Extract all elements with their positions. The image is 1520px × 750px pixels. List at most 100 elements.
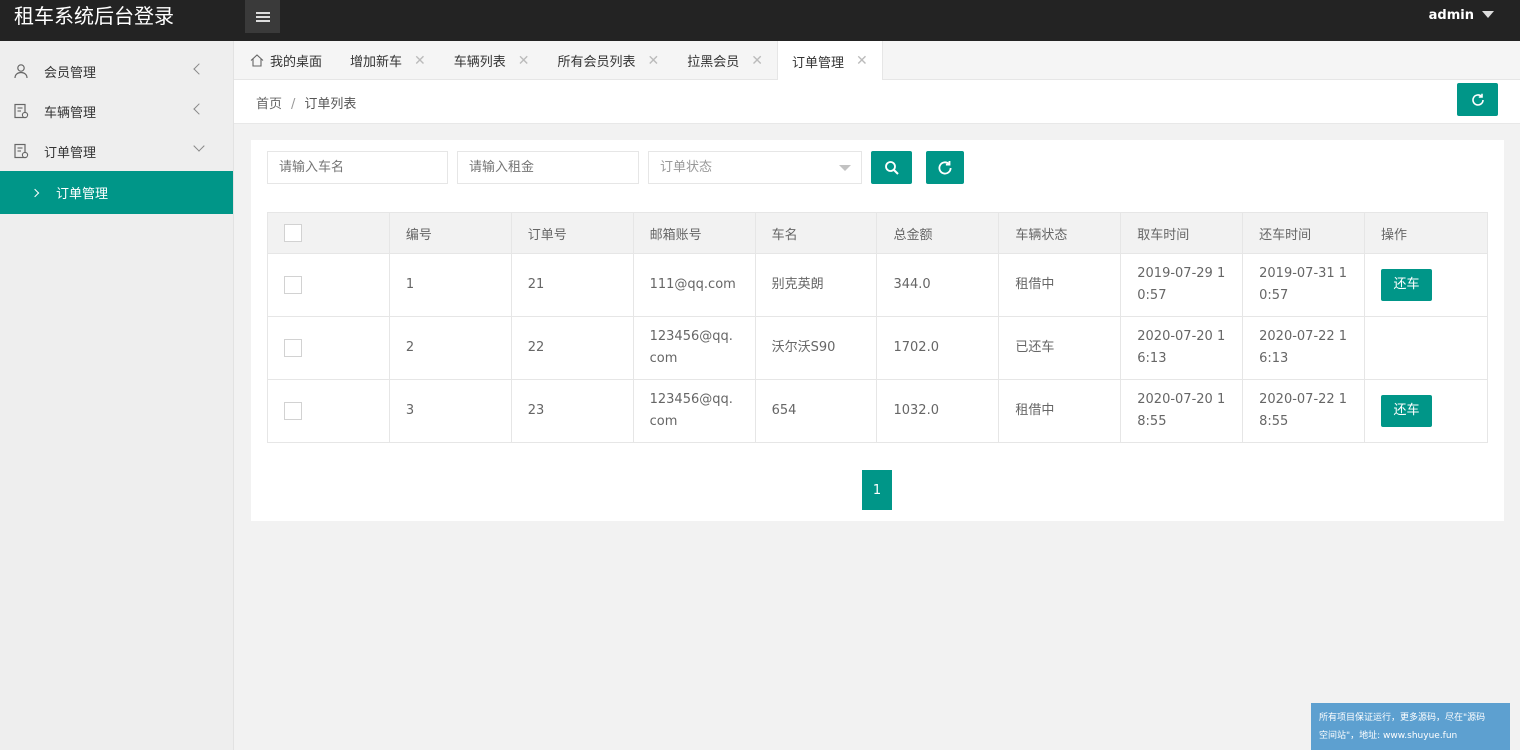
watermark-line: 所有项目保证运行，更多源码，尽在"源码 xyxy=(1319,713,1486,723)
column-header: 车名 xyxy=(754,212,878,254)
document-icon xyxy=(12,142,30,160)
caret-down-icon xyxy=(839,165,851,171)
return-car-button[interactable]: 还车 xyxy=(1380,269,1432,301)
tab-vehicle-list[interactable]: 车辆列表 ✕ xyxy=(440,41,544,80)
close-icon[interactable]: ✕ xyxy=(518,53,530,69)
watermark-banner: 所有项目保证运行，更多源码，尽在"源码 空间站"，地址: www.shuyue.… xyxy=(1311,703,1510,750)
cell-return-time: 2020-07-22 16:13 xyxy=(1242,316,1365,380)
cell-status: 租借中 xyxy=(998,253,1122,317)
tab-label: 车辆列表 xyxy=(453,55,506,70)
row-select-cell xyxy=(267,253,390,317)
cell-car: 654 xyxy=(754,379,878,443)
chevron-left-icon xyxy=(193,103,205,115)
home-icon xyxy=(250,54,264,67)
cell-return-time: 2019-07-31 10:57 xyxy=(1242,253,1365,317)
breadcrumb-current: 订单列表 xyxy=(304,97,357,112)
cell-email: 111@qq.com xyxy=(632,253,756,317)
tab-all-members[interactable]: 所有会员列表 ✕ xyxy=(544,41,674,80)
breadcrumb-separator: / xyxy=(291,97,296,112)
table-header-row: 编号 订单号 邮箱账号 车名 总金额 车辆状态 取车时间 还车时间 操作 xyxy=(267,212,1489,254)
cell-action: 还车 xyxy=(1363,253,1489,317)
row-checkbox[interactable] xyxy=(284,275,302,294)
column-header: 编号 xyxy=(388,212,512,254)
breadcrumb-bar: 首页 / 订单列表 xyxy=(234,80,1520,124)
cell-email: 123456@qq.com xyxy=(632,316,756,380)
document-icon xyxy=(12,102,30,120)
cell-order-no: 21 xyxy=(510,253,634,317)
orders-table: 编号 订单号 邮箱账号 车名 总金额 车辆状态 取车时间 还车时间 操作 1 2… xyxy=(267,212,1489,443)
cell-car: 沃尔沃S90 xyxy=(754,316,878,380)
user-menu[interactable]: admin xyxy=(1429,8,1494,23)
sidebar: 会员管理 车辆管理 订单管理 订单管理 xyxy=(0,41,234,750)
select-all-checkbox[interactable] xyxy=(284,224,302,242)
sidebar-item-members[interactable]: 会员管理 xyxy=(0,51,233,91)
order-status-select[interactable]: 订单状态 xyxy=(648,151,862,184)
cell-total: 344.0 xyxy=(876,253,1000,317)
close-icon[interactable]: ✕ xyxy=(856,53,868,69)
sidebar-item-vehicles[interactable]: 车辆管理 xyxy=(0,91,233,131)
tab-label: 所有会员列表 xyxy=(557,55,636,70)
row-select-cell xyxy=(267,379,390,443)
refresh-icon xyxy=(1471,93,1484,106)
chevron-left-icon xyxy=(193,63,205,75)
menu-toggle-button[interactable] xyxy=(245,0,280,33)
car-name-input[interactable] xyxy=(267,151,448,184)
cell-car: 别克英朗 xyxy=(754,253,878,317)
table-row: 3 23 123456@qq.com 654 1032.0 租借中 2020-0… xyxy=(267,379,1489,443)
tab-label: 拉黑会员 xyxy=(687,55,740,70)
breadcrumb: 首页 / 订单列表 xyxy=(256,93,356,112)
cell-pickup-time: 2020-07-20 18:55 xyxy=(1120,379,1244,443)
top-header: 租车系统后台登录 admin xyxy=(0,0,1520,41)
tab-order-management[interactable]: 订单管理 ✕ xyxy=(777,41,883,81)
tab-blacklist[interactable]: 拉黑会员 ✕ xyxy=(673,41,777,80)
row-select-cell xyxy=(267,316,390,380)
sidebar-subitem-label: 订单管理 xyxy=(56,187,109,202)
tab-label: 增加新车 xyxy=(350,55,403,70)
chevron-down-icon xyxy=(193,140,205,152)
rent-input[interactable] xyxy=(457,151,639,184)
cell-action xyxy=(1363,316,1489,380)
search-button[interactable] xyxy=(871,151,912,184)
column-header: 车辆状态 xyxy=(998,212,1122,254)
column-header: 取车时间 xyxy=(1120,212,1244,254)
user-name: admin xyxy=(1428,8,1474,23)
breadcrumb-home[interactable]: 首页 xyxy=(256,97,282,112)
tab-label: 订单管理 xyxy=(792,55,845,71)
select-all-cell xyxy=(267,212,390,254)
chevron-right-icon xyxy=(30,188,40,197)
hamburger-icon xyxy=(255,11,270,22)
cell-pickup-time: 2020-07-20 16:13 xyxy=(1120,316,1244,380)
close-icon[interactable]: ✕ xyxy=(648,53,660,69)
return-car-button[interactable]: 还车 xyxy=(1380,395,1432,427)
order-list-card: 订单状态 编号 订单号 邮箱账号 车名 总金额 车辆状态 取车时间 还车时间 操… xyxy=(251,140,1504,521)
column-header: 还车时间 xyxy=(1242,212,1365,254)
watermark-line: 空间站"，地址: www.shuyue.fun xyxy=(1319,731,1458,741)
cell-pickup-time: 2019-07-29 10:57 xyxy=(1120,253,1244,317)
row-checkbox[interactable] xyxy=(284,401,302,420)
close-icon[interactable]: ✕ xyxy=(414,53,426,69)
close-icon[interactable]: ✕ xyxy=(751,53,763,69)
sidebar-item-label: 会员管理 xyxy=(44,65,97,81)
cell-return-time: 2020-07-22 18:55 xyxy=(1242,379,1365,443)
cell-id: 1 xyxy=(388,253,512,317)
sidebar-item-orders[interactable]: 订单管理 xyxy=(0,131,233,171)
cell-action: 还车 xyxy=(1363,379,1489,443)
reset-button[interactable] xyxy=(926,151,964,184)
sidebar-item-label: 车辆管理 xyxy=(44,105,97,121)
tab-add-car[interactable]: 增加新车 ✕ xyxy=(336,41,440,80)
tab-my-desktop[interactable]: 我的桌面 xyxy=(234,41,336,80)
tab-label: 我的桌面 xyxy=(270,55,323,70)
column-header: 操作 xyxy=(1363,212,1489,254)
refresh-icon xyxy=(938,160,952,174)
table-row: 1 21 111@qq.com 别克英朗 344.0 租借中 2019-07-2… xyxy=(267,253,1489,317)
caret-down-icon xyxy=(1482,11,1494,18)
column-header: 总金额 xyxy=(876,212,1000,254)
pagination-current-page[interactable]: 1 xyxy=(862,470,892,510)
search-icon xyxy=(884,160,899,175)
app-title: 租车系统后台登录 xyxy=(14,4,174,28)
row-checkbox[interactable] xyxy=(284,338,302,357)
sidebar-subitem-order-management[interactable]: 订单管理 xyxy=(0,171,233,214)
table-row: 2 22 123456@qq.com 沃尔沃S90 1702.0 已还车 202… xyxy=(267,316,1489,380)
cell-order-no: 23 xyxy=(510,379,634,443)
page-refresh-button[interactable] xyxy=(1457,83,1498,116)
